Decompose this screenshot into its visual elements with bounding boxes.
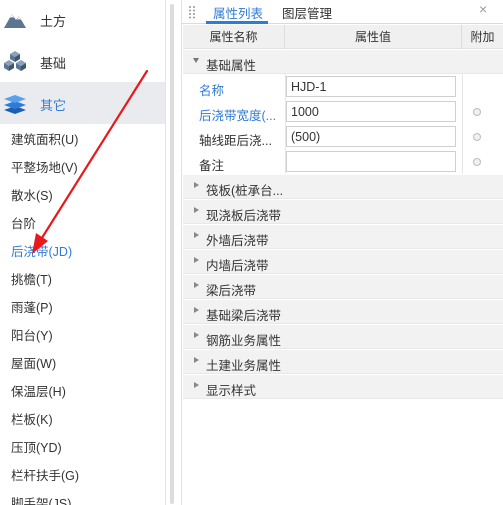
group-label: 现浇板后浇带 bbox=[206, 209, 282, 223]
group-label: 内墙后浇带 bbox=[206, 259, 269, 273]
tab-bar: 属性列表 图层管理 × bbox=[182, 0, 503, 24]
group-basic-properties[interactable]: 基础属性 bbox=[183, 50, 503, 74]
group-collapsed[interactable]: 内墙后浇带 bbox=[183, 250, 503, 274]
table-header: 属性名称 属性值 附加 bbox=[183, 25, 503, 49]
list-item[interactable]: 屋面(W) bbox=[11, 353, 56, 372]
expand-arrow-icon[interactable] bbox=[194, 257, 199, 263]
property-value-input[interactable] bbox=[286, 101, 456, 122]
category-panel: 土方 基础 其它 建筑面积(U) 平整场地(V) 散水(S) 台阶 后浇带(JD… bbox=[0, 0, 166, 505]
scrollbar-thumb[interactable] bbox=[170, 4, 174, 504]
list-item[interactable]: 阳台(Y) bbox=[11, 325, 53, 344]
group-collapsed[interactable]: 梁后浇带 bbox=[183, 275, 503, 299]
group-label: 显示样式 bbox=[206, 384, 257, 398]
property-name: 后浇带宽度(... bbox=[199, 109, 277, 123]
group-collapsed[interactable]: 筏板(桩承台... bbox=[183, 175, 503, 199]
drag-handle-icon[interactable] bbox=[188, 5, 196, 19]
column-header-extra: 附加 bbox=[470, 30, 495, 44]
group-collapsed[interactable]: 外墙后浇带 bbox=[183, 225, 503, 249]
group-collapsed[interactable]: 显示样式 bbox=[183, 375, 503, 399]
list-item[interactable]: 台阶 bbox=[11, 213, 36, 232]
column-divider bbox=[462, 149, 463, 174]
property-row: 备注 bbox=[183, 149, 503, 174]
expand-arrow-icon[interactable] bbox=[194, 382, 199, 388]
list-scrollbar[interactable] bbox=[168, 0, 176, 505]
property-value-input[interactable] bbox=[286, 126, 456, 147]
group-label: 基础属性 bbox=[206, 59, 257, 73]
list-item[interactable]: 建筑面积(U) bbox=[11, 129, 78, 148]
property-value-input[interactable] bbox=[286, 151, 456, 172]
expand-arrow-icon[interactable] bbox=[194, 307, 199, 313]
category-label: 其它 bbox=[40, 98, 67, 113]
expand-arrow-icon[interactable] bbox=[194, 282, 199, 288]
expand-arrow-icon[interactable] bbox=[194, 182, 199, 188]
list-item[interactable]: 挑檐(T) bbox=[11, 269, 52, 288]
column-header-value: 属性值 bbox=[285, 25, 462, 49]
expand-arrow-icon[interactable] bbox=[194, 232, 199, 238]
group-label: 梁后浇带 bbox=[206, 284, 257, 298]
property-panel: 属性列表 图层管理 × 属性名称 属性值 附加 基础属性 名称 后浇带宽度(..… bbox=[181, 0, 503, 505]
group-label: 筏板(桩承台... bbox=[206, 184, 284, 198]
category-label: 基础 bbox=[40, 56, 67, 71]
group-label: 钢筋业务属性 bbox=[206, 334, 282, 348]
property-name: 备注 bbox=[199, 159, 225, 173]
attach-radio[interactable] bbox=[473, 108, 481, 116]
close-icon[interactable]: × bbox=[479, 1, 487, 17]
column-divider bbox=[462, 74, 463, 99]
attach-radio[interactable] bbox=[473, 133, 481, 141]
expand-arrow-icon[interactable] bbox=[194, 357, 199, 363]
layers-icon bbox=[4, 95, 26, 114]
column-header-name: 属性名称 bbox=[183, 25, 285, 49]
group-collapsed[interactable]: 土建业务属性 bbox=[183, 350, 503, 374]
tab-property-list[interactable]: 属性列表 bbox=[213, 3, 263, 22]
collapse-arrow-icon[interactable] bbox=[193, 58, 199, 63]
column-divider bbox=[462, 99, 463, 124]
list-item[interactable]: 散水(S) bbox=[11, 185, 53, 204]
list-item[interactable]: 栏板(K) bbox=[11, 409, 53, 428]
group-label: 基础梁后浇带 bbox=[206, 309, 282, 323]
group-collapsed[interactable]: 现浇板后浇带 bbox=[183, 200, 503, 224]
attach-radio[interactable] bbox=[473, 158, 481, 166]
mountain-icon bbox=[4, 14, 26, 28]
property-name: 轴线距后浇... bbox=[199, 134, 272, 148]
category-label: 土方 bbox=[40, 14, 67, 29]
column-divider bbox=[462, 124, 463, 149]
list-item[interactable]: 保温层(H) bbox=[11, 381, 66, 400]
active-tab-indicator bbox=[206, 21, 268, 24]
list-item[interactable]: 压顶(YD) bbox=[11, 437, 62, 456]
list-item-selected[interactable]: 后浇带(JD) bbox=[11, 241, 72, 260]
cubes-icon bbox=[4, 51, 26, 71]
property-name: 名称 bbox=[199, 84, 225, 98]
group-collapsed[interactable]: 钢筋业务属性 bbox=[183, 325, 503, 349]
property-row: 名称 bbox=[183, 74, 503, 99]
list-item[interactable]: 栏杆扶手(G) bbox=[11, 465, 79, 484]
category-earthwork[interactable]: 土方 bbox=[0, 0, 165, 40]
category-other[interactable]: 其它 bbox=[0, 82, 165, 124]
tab-layer-management[interactable]: 图层管理 bbox=[282, 3, 332, 22]
list-item[interactable]: 脚手架(JS) bbox=[11, 493, 71, 505]
property-row: 后浇带宽度(... bbox=[183, 99, 503, 124]
list-item[interactable]: 雨蓬(P) bbox=[11, 297, 53, 316]
list-item[interactable]: 平整场地(V) bbox=[11, 157, 78, 176]
property-row: 轴线距后浇... bbox=[183, 124, 503, 149]
category-foundation[interactable]: 基础 bbox=[0, 40, 165, 82]
group-label: 土建业务属性 bbox=[206, 359, 282, 373]
property-value-input[interactable] bbox=[286, 76, 456, 97]
group-collapsed[interactable]: 基础梁后浇带 bbox=[183, 300, 503, 324]
group-label: 外墙后浇带 bbox=[206, 234, 269, 248]
expand-arrow-icon[interactable] bbox=[194, 332, 199, 338]
expand-arrow-icon[interactable] bbox=[194, 207, 199, 213]
